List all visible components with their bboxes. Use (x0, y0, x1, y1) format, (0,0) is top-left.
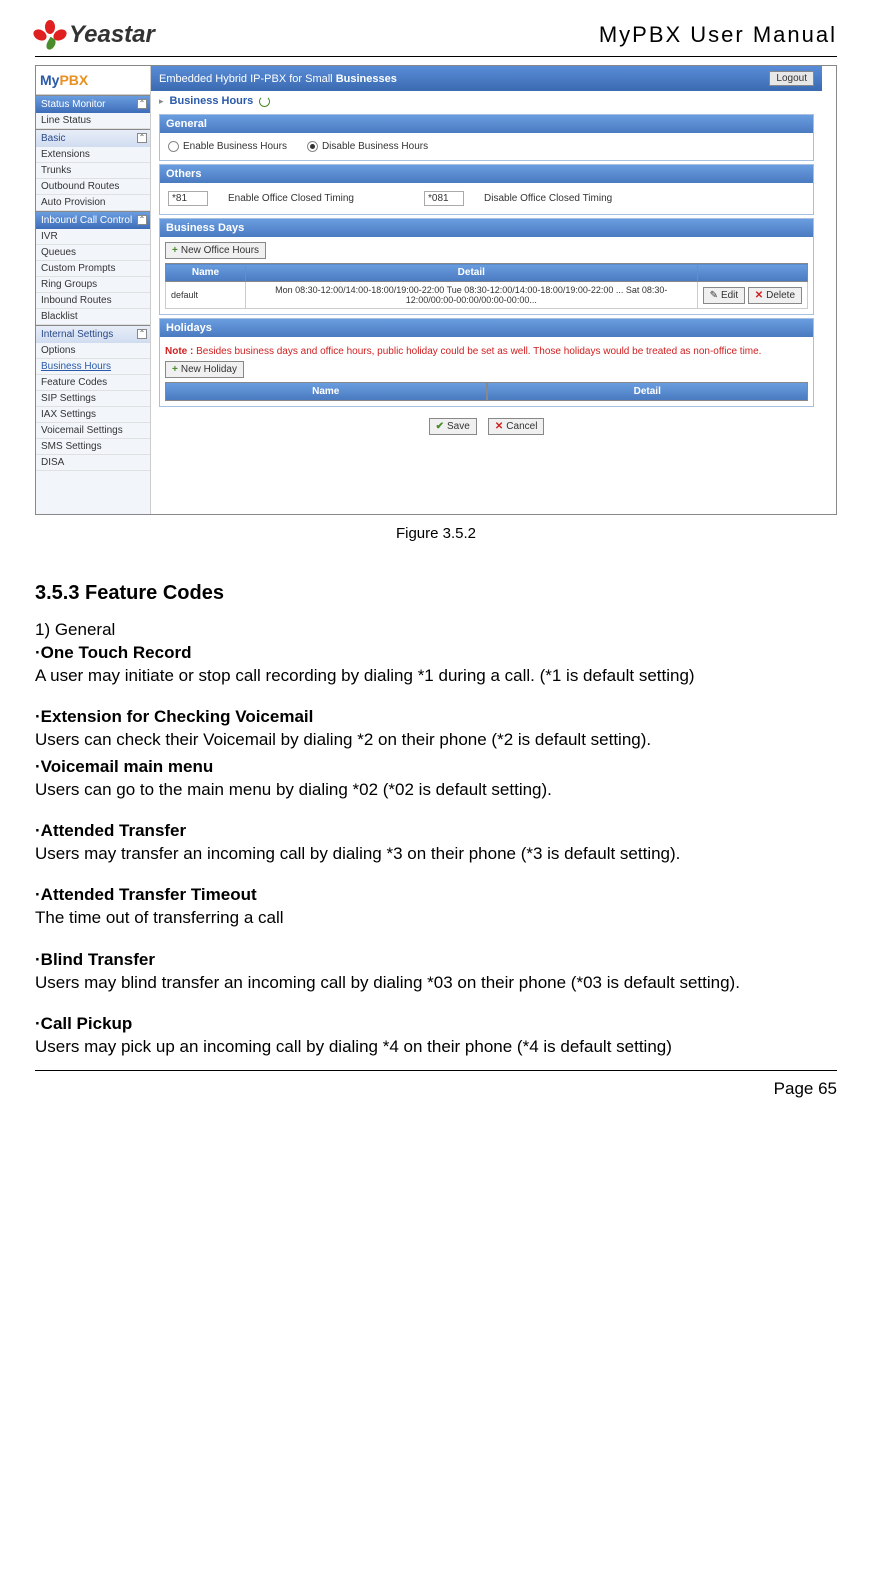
th-detail: Detail (487, 382, 809, 401)
sidebar-group-inbound[interactable]: Inbound Call Control ⌃ (36, 211, 150, 229)
chevron-right-icon: ▸ (159, 96, 164, 107)
business-days-table: Name Detail default Mon 08:30-12:00/14:0… (165, 263, 808, 309)
page-number: Page 65 (774, 1079, 837, 1098)
term-one-touch-record: ·One Touch Record (35, 643, 837, 663)
subsection-general: 1) General (35, 620, 837, 640)
panel-title: Holidays (160, 319, 813, 337)
para-blind-transfer: Users may blind transfer an incoming cal… (35, 970, 837, 996)
collapse-icon[interactable]: ⌃ (137, 99, 147, 109)
label-enable-closed: Enable Office Closed Timing (228, 193, 354, 204)
collapse-icon[interactable]: ⌃ (137, 329, 147, 339)
cell-detail: Mon 08:30-12:00/14:00-18:00/19:00-22:00 … (246, 282, 698, 309)
page-footer: Page 65 (35, 1070, 837, 1099)
holidays-table-head: Name Detail (165, 382, 808, 401)
th-name: Name (166, 264, 246, 282)
figure-screenshot: ▴ ▾ MyPBX Status Monitor ⌃ Line Status B… (35, 65, 837, 515)
para-attended-timeout: The time out of transferring a call (35, 905, 837, 931)
plus-icon: + (172, 245, 178, 256)
panel-title: Business Days (160, 219, 813, 237)
sidebar-item-options[interactable]: Options (36, 343, 150, 359)
para-one-touch-record: A user may initiate or stop call recordi… (35, 663, 837, 689)
sidebar-group-status[interactable]: Status Monitor ⌃ (36, 95, 150, 113)
x-icon: ✕ (755, 290, 763, 301)
table-row: default Mon 08:30-12:00/14:00-18:00/19:0… (166, 282, 808, 309)
sidebar-item-trunks[interactable]: Trunks (36, 163, 150, 179)
sidebar-item-auto-provision[interactable]: Auto Provision (36, 195, 150, 211)
radio-enable-hours[interactable]: Enable Business Hours (168, 141, 287, 152)
sidebar-item-blacklist[interactable]: Blacklist (36, 309, 150, 325)
code-disable-input[interactable]: *081 (424, 191, 464, 206)
sidebar-item-sip-settings[interactable]: SIP Settings (36, 391, 150, 407)
sidebar-item-iax-settings[interactable]: IAX Settings (36, 407, 150, 423)
panel-title: General (160, 115, 813, 133)
sidebar-item-queues[interactable]: Queues (36, 245, 150, 261)
main-content: Embedded Hybrid IP-PBX for Small Busines… (151, 66, 836, 514)
check-icon: ✔ (436, 421, 444, 432)
para-attended-transfer: Users may transfer an incoming call by d… (35, 841, 837, 867)
holiday-note: Note : Besides business days and office … (165, 342, 808, 361)
plus-icon: + (172, 364, 178, 375)
sidebar-item-sms-settings[interactable]: SMS Settings (36, 439, 150, 455)
pencil-icon: ✎ (710, 290, 718, 301)
sidebar-item-disa[interactable]: DISA (36, 455, 150, 471)
label-disable-closed: Disable Office Closed Timing (484, 193, 612, 204)
sidebar-group-internal[interactable]: Internal Settings ⌃ (36, 325, 150, 343)
action-buttons: ✔ Save ✕ Cancel (151, 410, 822, 443)
term-check-voicemail: ·Extension for Checking Voicemail (35, 707, 837, 727)
section-title: 3.5.3 Feature Codes (35, 582, 837, 605)
panel-holidays: Holidays Note : Besides business days an… (159, 318, 814, 407)
collapse-icon[interactable]: ⌃ (137, 133, 147, 143)
delete-button[interactable]: ✕ Delete (748, 287, 802, 304)
sidebar-item-voicemail-settings[interactable]: Voicemail Settings (36, 423, 150, 439)
collapse-icon[interactable]: ⌃ (137, 215, 147, 225)
doc-title: MyPBX User Manual (599, 22, 837, 48)
refresh-icon[interactable] (259, 96, 270, 107)
sidebar-item-ivr[interactable]: IVR (36, 229, 150, 245)
sidebar: MyPBX Status Monitor ⌃ Line Status Basic… (36, 66, 151, 514)
sidebar-item-line-status[interactable]: Line Status (36, 113, 150, 129)
th-name: Name (165, 382, 487, 401)
cancel-button[interactable]: ✕ Cancel (488, 418, 545, 435)
term-attended-transfer: ·Attended Transfer (35, 821, 837, 841)
radio-icon (307, 141, 318, 152)
code-enable-input[interactable]: *81 (168, 191, 208, 206)
sidebar-item-business-hours[interactable]: Business Hours (36, 359, 150, 375)
sidebar-item-outbound-routes[interactable]: Outbound Routes (36, 179, 150, 195)
new-holiday-button[interactable]: + New Holiday (165, 361, 244, 378)
term-voicemail-menu: ·Voicemail main menu (35, 757, 837, 777)
x-icon: ✕ (495, 421, 503, 432)
sidebar-item-ring-groups[interactable]: Ring Groups (36, 277, 150, 293)
product-logo: MyPBX (36, 66, 150, 95)
breadcrumb: ▸ Business Hours (151, 91, 822, 111)
brand-text: Yeastar (69, 21, 155, 49)
cell-name: default (166, 282, 246, 309)
edit-button[interactable]: ✎ Edit (703, 287, 746, 304)
term-blind-transfer: ·Blind Transfer (35, 950, 837, 970)
sidebar-item-feature-codes[interactable]: Feature Codes (36, 375, 150, 391)
para-call-pickup: Users may pick up an incoming call by di… (35, 1034, 837, 1060)
sidebar-group-basic[interactable]: Basic ⌃ (36, 129, 150, 147)
radio-disable-hours[interactable]: Disable Business Hours (307, 141, 428, 152)
topbar: Embedded Hybrid IP-PBX for Small Busines… (151, 66, 822, 91)
panel-title: Others (160, 165, 813, 183)
new-office-hours-button[interactable]: + New Office Hours (165, 242, 266, 259)
save-button[interactable]: ✔ Save (429, 418, 477, 435)
term-attended-timeout: ·Attended Transfer Timeout (35, 885, 837, 905)
sidebar-item-extensions[interactable]: Extensions (36, 147, 150, 163)
brand-logo: Yeastar (35, 20, 155, 50)
sidebar-item-custom-prompts[interactable]: Custom Prompts (36, 261, 150, 277)
radio-icon (168, 141, 179, 152)
para-check-voicemail: Users can check their Voicemail by diali… (35, 727, 837, 753)
term-call-pickup: ·Call Pickup (35, 1014, 837, 1034)
figure-caption: Figure 3.5.2 (35, 525, 837, 542)
panel-general: General Enable Business Hours Disable Bu… (159, 114, 814, 161)
panel-business-days: Business Days + New Office Hours Name De… (159, 218, 814, 315)
panel-others: Others *81 Enable Office Closed Timing *… (159, 164, 814, 215)
logout-button[interactable]: Logout (769, 71, 814, 86)
para-voicemail-menu: Users can go to the main menu by dialing… (35, 777, 837, 803)
flower-icon (35, 20, 65, 50)
th-detail: Detail (246, 264, 698, 282)
sidebar-item-inbound-routes[interactable]: Inbound Routes (36, 293, 150, 309)
page-header: Yeastar MyPBX User Manual (35, 20, 837, 57)
